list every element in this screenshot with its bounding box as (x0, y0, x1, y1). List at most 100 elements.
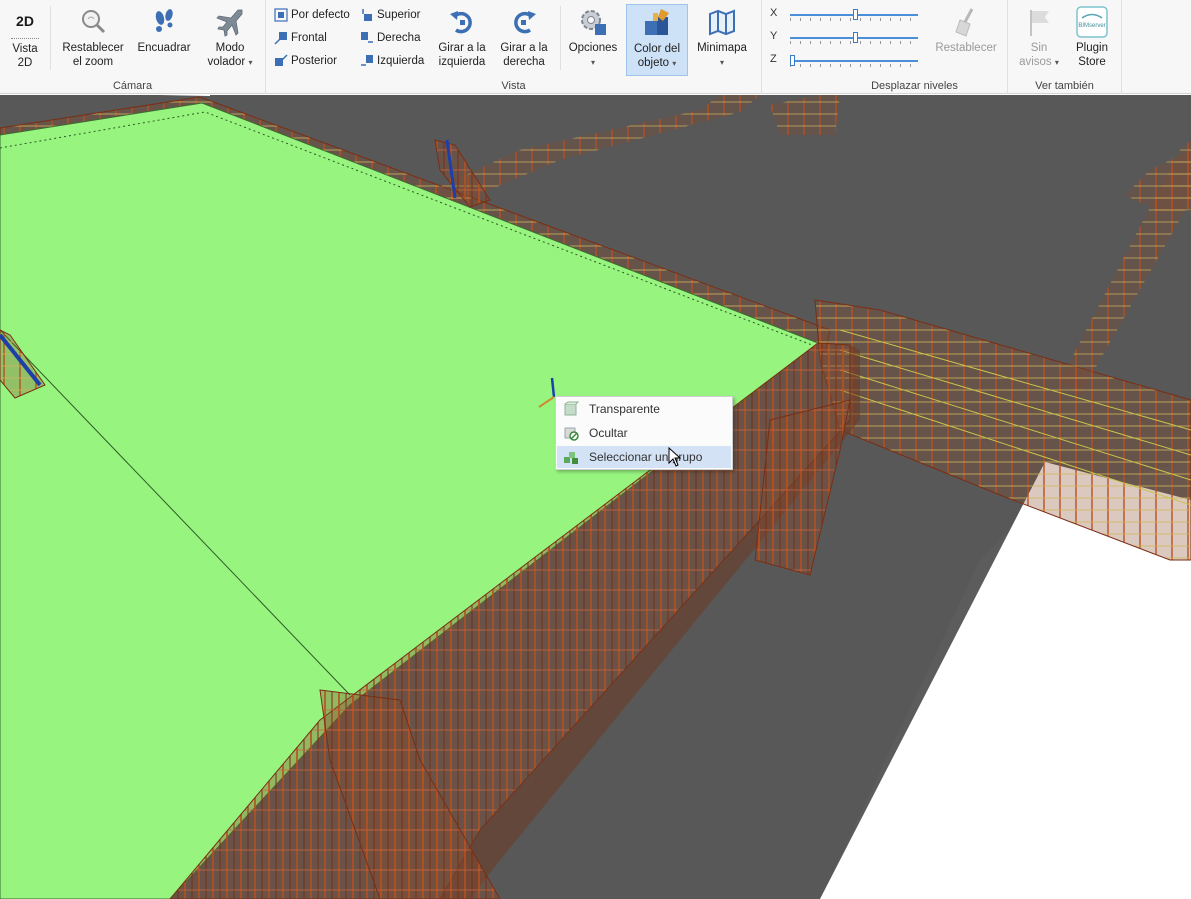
top-view-label: Superior (377, 9, 421, 21)
mouse-cursor-icon (668, 447, 682, 467)
object-color-button[interactable]: Color del objeto ▾ (626, 4, 688, 76)
rotate-right-icon (514, 11, 536, 34)
reset-zoom-label-1: Restablecer (62, 42, 124, 54)
rotate-left-label-1: Girar a la (438, 42, 486, 54)
camera-group-label: Cámara (112, 80, 153, 92)
fit-button[interactable]: Encuadrar (132, 4, 196, 76)
options-label: Opciones (568, 42, 618, 54)
no-warnings-label-2: avisos (1019, 56, 1052, 68)
fly-label-1: Modo (215, 42, 245, 54)
vista-2d-button[interactable]: 2D Vista 2D (4, 4, 46, 76)
plugin-store-button[interactable]: BIMserver Plugin Store (1066, 4, 1118, 76)
fit-label: Encuadrar (137, 42, 191, 54)
top-view-button[interactable]: Superior (360, 5, 420, 25)
reset-levels-button[interactable]: Restablecer (930, 4, 1002, 76)
x-axis-label: X (770, 7, 778, 19)
z-axis-label: Z (770, 53, 777, 65)
chevron-down-icon: ▾ (672, 59, 677, 68)
right-view-icon (361, 32, 373, 43)
y-axis-label: Y (770, 30, 778, 42)
y-level-slider[interactable]: Y (768, 30, 928, 46)
menu-item-hide-label: Ocultar (589, 426, 628, 440)
separator (560, 6, 561, 70)
select-group-icon (564, 452, 578, 464)
3d-viewport[interactable]: Transparente Ocultar Seleccionar un grup… (0, 95, 1191, 899)
levels-group-label: Desplazar niveles (871, 80, 958, 92)
left-view-button[interactable]: Izquierda (360, 51, 424, 71)
right-view-button[interactable]: Derecha (360, 28, 420, 48)
top-view-icon (362, 9, 372, 21)
back-view-icon (275, 54, 288, 66)
context-menu: Transparente Ocultar Seleccionar un grup… (555, 396, 733, 470)
chevron-down-icon: ▾ (590, 58, 595, 67)
3d-scene (0, 95, 1191, 899)
default-view-icon (274, 8, 288, 22)
menu-item-hide[interactable]: Ocultar (557, 422, 731, 444)
svg-text:BIMserver: BIMserver (1078, 23, 1105, 29)
fly-label-2: volador (207, 56, 246, 68)
x-level-slider[interactable]: X (768, 7, 928, 23)
ribbon-toolbar: 2D Vista 2D Restablecer el zoom Encuadra… (0, 0, 1191, 94)
plugin-store-logo-icon: BIMserver (1076, 6, 1108, 38)
default-view-button[interactable]: Por defecto (274, 5, 350, 25)
front-view-icon (274, 32, 287, 45)
rotate-left-button[interactable]: Girar a la izquierda (432, 4, 492, 76)
back-view-button[interactable]: Posterior (274, 51, 337, 71)
view-group-label: Vista (501, 80, 526, 92)
fly-mode-button[interactable]: Modo volador ▾ (200, 4, 260, 76)
no-warnings-button[interactable]: Sin avisos ▾ (1014, 4, 1064, 76)
front-view-button[interactable]: Frontal (274, 28, 327, 48)
minimap-label: Minimapa (697, 42, 747, 54)
minimap-button[interactable]: Minimapa ▾ (690, 4, 754, 76)
vista-2d-label-1: Vista (12, 43, 38, 55)
see-also-group-label: Ver también (1035, 80, 1094, 92)
back-view-label: Posterior (291, 55, 338, 67)
x-slider-thumb[interactable] (852, 9, 858, 20)
map-icon (709, 9, 735, 36)
rotate-left-label-2: izquierda (438, 56, 486, 68)
rotate-left-icon (450, 11, 472, 34)
magnifier-icon (82, 10, 106, 34)
no-warnings-label-1: Sin (1030, 42, 1048, 54)
z-slider-thumb[interactable] (790, 55, 795, 66)
z-slider-ticks (790, 64, 918, 67)
see-also-group: Sin avisos ▾ BIMserver Plugin Store Ver … (1008, 0, 1122, 94)
object-color-label-2: objeto (637, 57, 670, 69)
hide-icon (564, 427, 579, 441)
chevron-down-icon: ▾ (248, 58, 253, 67)
reset-zoom-button[interactable]: Restablecer el zoom (58, 4, 128, 76)
separator (50, 6, 51, 70)
options-button[interactable]: Opciones ▾ (564, 4, 622, 76)
menu-item-transparent-label: Transparente (589, 402, 660, 416)
menu-item-select-group[interactable]: Seleccionar un grupo (557, 446, 731, 468)
broom-icon (955, 8, 974, 37)
menu-item-transparent[interactable]: Transparente (557, 398, 731, 420)
view-group: Por defecto Frontal Posterior Superior D… (266, 0, 762, 94)
menu-item-select-group-label: Seleccionar un grupo (589, 450, 703, 464)
airplane-icon (216, 9, 243, 37)
object-color-label-1: Color del (633, 43, 681, 55)
gear-icon (581, 10, 606, 35)
rotate-right-button[interactable]: Girar a la derecha (494, 4, 554, 76)
z-level-slider[interactable]: Z (768, 53, 928, 69)
2d-icon: 2D (11, 6, 39, 39)
right-view-label: Derecha (377, 32, 421, 44)
default-view-label: Por defecto (291, 9, 350, 21)
chevron-down-icon: ▾ (719, 58, 724, 67)
rotate-right-label-2: derecha (503, 56, 545, 68)
y-slider-thumb[interactable] (852, 32, 858, 43)
z-slider-track (790, 60, 918, 62)
camera-group: 2D Vista 2D Restablecer el zoom Encuadra… (0, 0, 266, 94)
reset-zoom-label-2: el zoom (72, 56, 114, 68)
flag-icon (1030, 10, 1049, 36)
left-view-icon (361, 55, 373, 66)
plugin-store-label-2: Store (1078, 56, 1106, 68)
vista-2d-label-2: 2D (17, 57, 33, 69)
footprints-icon (155, 9, 173, 32)
rotate-right-label-1: Girar a la (500, 42, 548, 54)
chevron-down-icon: ▾ (1054, 58, 1059, 67)
plugin-store-label-1: Plugin (1076, 42, 1108, 54)
front-view-label: Frontal (291, 32, 327, 44)
reset-levels-label: Restablecer (935, 42, 997, 54)
left-view-label: Izquierda (377, 55, 425, 67)
